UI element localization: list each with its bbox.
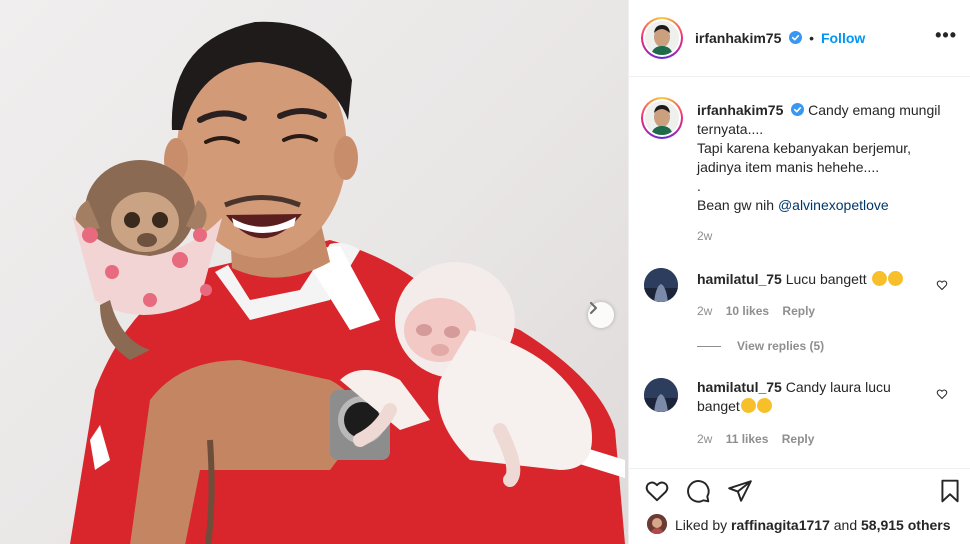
comment-username[interactable]: hamilatul_75 (697, 379, 782, 395)
liked-by-user[interactable]: raffinagita1717 (731, 517, 830, 533)
caption-timestamp[interactable]: 2w (697, 227, 957, 246)
author-username[interactable]: irfanhakim75 (695, 30, 781, 46)
comment-text: Lucu bangett (785, 271, 867, 287)
reply-button[interactable]: Reply (782, 304, 815, 318)
replies-divider (697, 346, 721, 348)
comment-meta: 2w 11 likes Reply (697, 432, 814, 446)
view-replies-label: View replies (5) (737, 339, 825, 353)
separator-dot: • (809, 30, 815, 46)
smile-emoji-icon (887, 271, 903, 286)
mention-link[interactable]: @alvinexopetlove (778, 197, 889, 213)
caption-line: Candy emang mungil (808, 102, 941, 118)
caption-line: jadinya item manis hehehe.... (697, 159, 880, 175)
author-avatar[interactable] (641, 17, 683, 59)
follow-button[interactable]: Follow (821, 30, 865, 46)
heart-icon[interactable] (936, 279, 948, 291)
chevron-right-icon (590, 302, 597, 314)
comment-text: banget (697, 398, 740, 414)
commenter-avatar[interactable] (644, 268, 678, 302)
caption-line: Bean gw nih (697, 197, 778, 213)
caption-line: ternyata.... (697, 121, 764, 137)
liker-avatar[interactable] (647, 514, 667, 534)
caption-line: . (697, 178, 701, 194)
likes-count[interactable]: 58,915 others (861, 517, 951, 533)
bookmark-icon[interactable] (937, 478, 963, 504)
verified-badge-icon (791, 103, 805, 116)
heart-icon[interactable] (936, 388, 948, 400)
more-options-button[interactable]: ••• (935, 26, 957, 44)
heart-eyes-emoji-icon (871, 271, 887, 286)
comment-timestamp[interactable]: 2w (697, 304, 712, 318)
comment-timestamp[interactable]: 2w (697, 432, 712, 446)
caption-text: irfanhakim75 Candy emang mungil ternyata… (697, 101, 957, 246)
comment-text: Candy laura lucu (785, 379, 891, 395)
comment: hamilatul_75 Candy laura lucu banget (697, 378, 927, 416)
comment-meta: 2w 10 likes Reply (697, 304, 815, 318)
view-replies-button[interactable]: View replies (5) (697, 339, 824, 353)
comment-likes[interactable]: 10 likes (726, 304, 769, 318)
grin-emoji-icon (740, 398, 756, 413)
caption-author-avatar[interactable] (641, 97, 683, 139)
avatar-image (644, 268, 678, 302)
photo-illustration (70, 21, 625, 544)
avatar-image (645, 101, 679, 135)
caption-line: Tapi karena kebanyakan berjemur, (697, 140, 912, 156)
comment-username[interactable]: hamilatul_75 (697, 271, 782, 287)
next-photo-button[interactable] (588, 302, 614, 328)
avatar-image (645, 21, 679, 55)
comment: hamilatul_75 Lucu bangett (697, 270, 927, 289)
avatar-image (647, 514, 667, 534)
smile-emoji-icon (756, 398, 772, 413)
verified-badge-icon (789, 31, 803, 44)
reply-button[interactable]: Reply (782, 432, 815, 446)
paper-plane-icon[interactable] (727, 478, 753, 504)
caption-username[interactable]: irfanhakim75 (697, 102, 783, 118)
comment-icon[interactable] (685, 478, 711, 504)
post-photo[interactable] (0, 0, 628, 544)
heart-icon[interactable] (644, 478, 670, 504)
comment-likes[interactable]: 11 likes (726, 432, 769, 446)
commenter-avatar[interactable] (644, 378, 678, 412)
post-sidebar: irfanhakim75 • Follow ••• irfanhakim75 C… (628, 0, 970, 544)
liked-by-prefix: Liked by (675, 517, 732, 533)
post-header: irfanhakim75 • Follow ••• (629, 0, 970, 77)
avatar-image (644, 378, 678, 412)
liked-by-middle: and (829, 517, 862, 533)
liked-by-summary: Liked by raffinagita1717 and 58,915 othe… (675, 517, 951, 533)
